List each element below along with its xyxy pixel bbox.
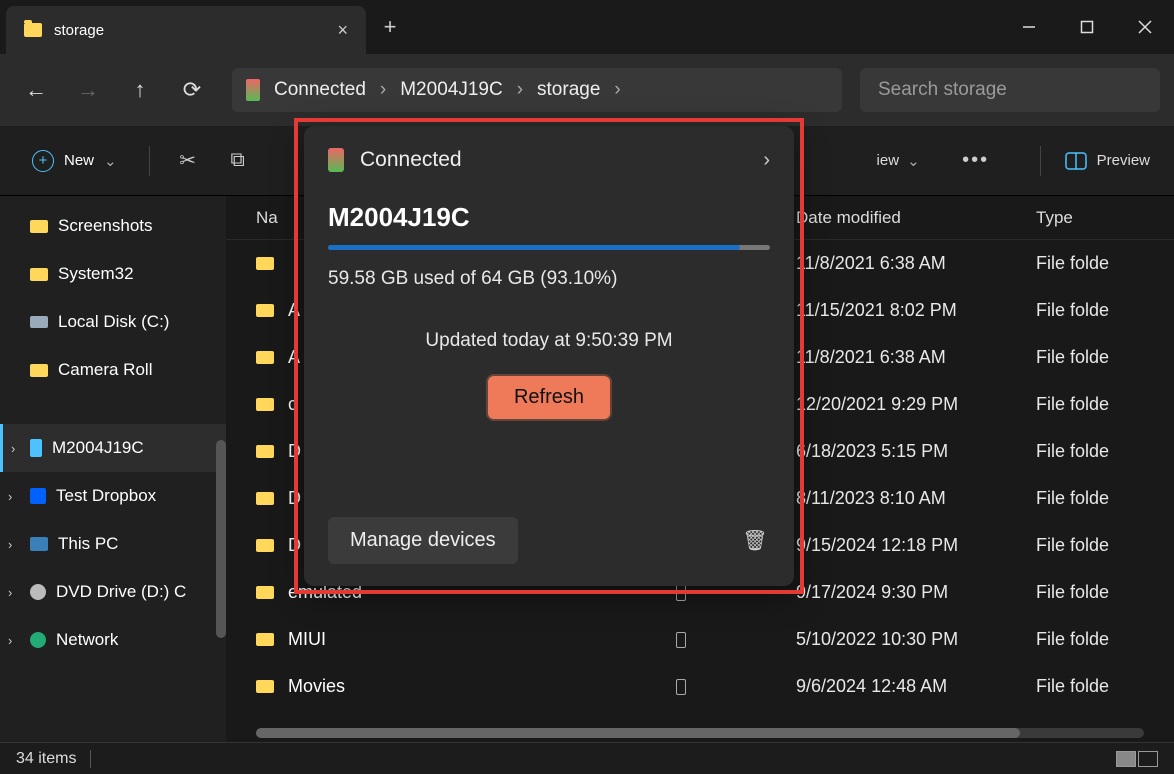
tab-title: storage — [54, 22, 104, 39]
search-input[interactable]: Search storage — [860, 68, 1160, 112]
folder-icon — [256, 492, 274, 505]
chevron-right-icon: › — [380, 79, 386, 101]
col-type[interactable]: Type — [1036, 208, 1174, 228]
crumb-connected[interactable]: Connected — [274, 79, 366, 101]
tab-close-icon[interactable]: × — [337, 20, 348, 41]
cut-icon[interactable]: ✂ — [168, 141, 208, 181]
copy-icon[interactable]: ⧉ — [218, 141, 258, 181]
horizontal-scrollbar[interactable] — [256, 728, 1144, 738]
device-name: M2004J19C — [328, 202, 770, 233]
chevron-right-icon: › — [8, 633, 12, 648]
minimize-button[interactable] — [1000, 0, 1058, 54]
separator — [90, 750, 91, 768]
up-button[interactable]: ↑ — [118, 68, 162, 112]
device-icon — [246, 79, 260, 101]
table-row[interactable]: Movies9/6/2024 12:48 AMFile folde — [226, 663, 1174, 710]
breadcrumb[interactable]: Connected › M2004J19C › storage › — [232, 68, 842, 112]
back-button[interactable]: ← — [14, 68, 58, 112]
chevron-right-icon: › — [8, 585, 12, 600]
chevron-right-icon: › — [11, 441, 15, 456]
refresh-nav-button[interactable]: ⟳ — [170, 68, 214, 112]
storage-usage-text: 59.58 GB used of 64 GB (93.10%) — [328, 268, 770, 290]
crumb-device[interactable]: M2004J19C — [400, 79, 502, 101]
storage-bar-fill — [328, 245, 740, 250]
folder-icon — [256, 304, 274, 317]
status-bar: 34 items — [0, 742, 1174, 774]
sidebar-scrollbar[interactable] — [216, 440, 226, 638]
new-button[interactable]: + New ⌄ — [18, 140, 131, 182]
chevron-right-icon: › — [8, 537, 12, 552]
chevron-right-icon: › — [517, 79, 523, 101]
layout-grid-icon[interactable] — [1138, 751, 1158, 767]
search-placeholder: Search storage — [878, 79, 1007, 101]
crumb-storage[interactable]: storage — [537, 79, 600, 101]
close-window-button[interactable] — [1116, 0, 1174, 54]
sidebar-item[interactable]: ›Test Dropbox — [0, 472, 226, 520]
phone-badge-icon — [676, 585, 686, 601]
folder-icon — [256, 257, 274, 270]
phone-badge-icon — [676, 679, 686, 695]
maximize-button[interactable] — [1058, 0, 1116, 54]
sidebar-item[interactable]: ›Network — [0, 616, 226, 664]
col-date[interactable]: Date modified — [796, 208, 1036, 228]
view-button[interactable]: iew ⌄ — [877, 152, 920, 170]
new-label: New — [64, 152, 94, 169]
trash-icon[interactable]: 🗑 — [740, 526, 770, 556]
phone-icon — [328, 148, 344, 172]
chevron-right-icon: › — [8, 489, 12, 504]
sidebar-item[interactable]: Screenshots — [0, 202, 226, 250]
sidebar-item[interactable]: ›This PC — [0, 520, 226, 568]
sidebar-item[interactable]: System32 — [0, 250, 226, 298]
manage-devices-button[interactable]: Manage devices — [328, 517, 518, 564]
plus-circle-icon: + — [32, 150, 54, 172]
chevron-right-icon: › — [614, 79, 620, 101]
sidebar-item[interactable]: Camera Roll — [0, 346, 226, 394]
separator — [149, 146, 150, 176]
folder-icon — [24, 23, 42, 37]
folder-icon — [256, 680, 274, 693]
forward-button[interactable]: → — [66, 68, 110, 112]
folder-icon — [256, 445, 274, 458]
popup-header: Connected — [360, 148, 462, 172]
item-count: 34 items — [16, 750, 76, 768]
device-popup: Connected › M2004J19C 59.58 GB used of 6… — [304, 126, 794, 586]
refresh-button[interactable]: Refresh — [488, 376, 610, 419]
nav-toolbar: ← → ↑ ⟳ Connected › M2004J19C › storage … — [0, 54, 1174, 126]
folder-icon — [256, 586, 274, 599]
updated-text: Updated today at 9:50:39 PM — [328, 330, 770, 352]
preview-button[interactable]: Preview — [1059, 152, 1156, 170]
window-controls — [1000, 0, 1174, 54]
separator — [1040, 146, 1041, 176]
storage-bar — [328, 245, 770, 250]
sidebar: ScreenshotsSystem32Local Disk (C:)Camera… — [0, 196, 226, 742]
sidebar-item[interactable]: ›M2004J19C — [0, 424, 226, 472]
phone-badge-icon — [676, 632, 686, 648]
folder-icon — [256, 398, 274, 411]
folder-icon — [256, 539, 274, 552]
titlebar: storage × + — [0, 0, 1174, 54]
folder-icon — [256, 351, 274, 364]
more-icon[interactable]: ••• — [956, 141, 996, 181]
chevron-down-icon: ⌄ — [104, 152, 117, 170]
table-row[interactable]: MIUI5/10/2022 10:30 PMFile folde — [226, 616, 1174, 663]
layout-switcher — [1116, 751, 1158, 767]
scrollbar-thumb[interactable] — [256, 728, 1020, 738]
layout-details-icon[interactable] — [1116, 751, 1136, 767]
chevron-right-icon[interactable]: › — [763, 149, 770, 172]
chevron-down-icon: ⌄ — [907, 152, 920, 170]
sidebar-item[interactable]: Local Disk (C:) — [0, 298, 226, 346]
new-tab-button[interactable]: + — [366, 0, 414, 54]
sidebar-item[interactable]: ›DVD Drive (D:) C — [0, 568, 226, 616]
folder-icon — [256, 633, 274, 646]
tab-storage[interactable]: storage × — [6, 6, 366, 54]
preview-icon — [1065, 152, 1087, 170]
